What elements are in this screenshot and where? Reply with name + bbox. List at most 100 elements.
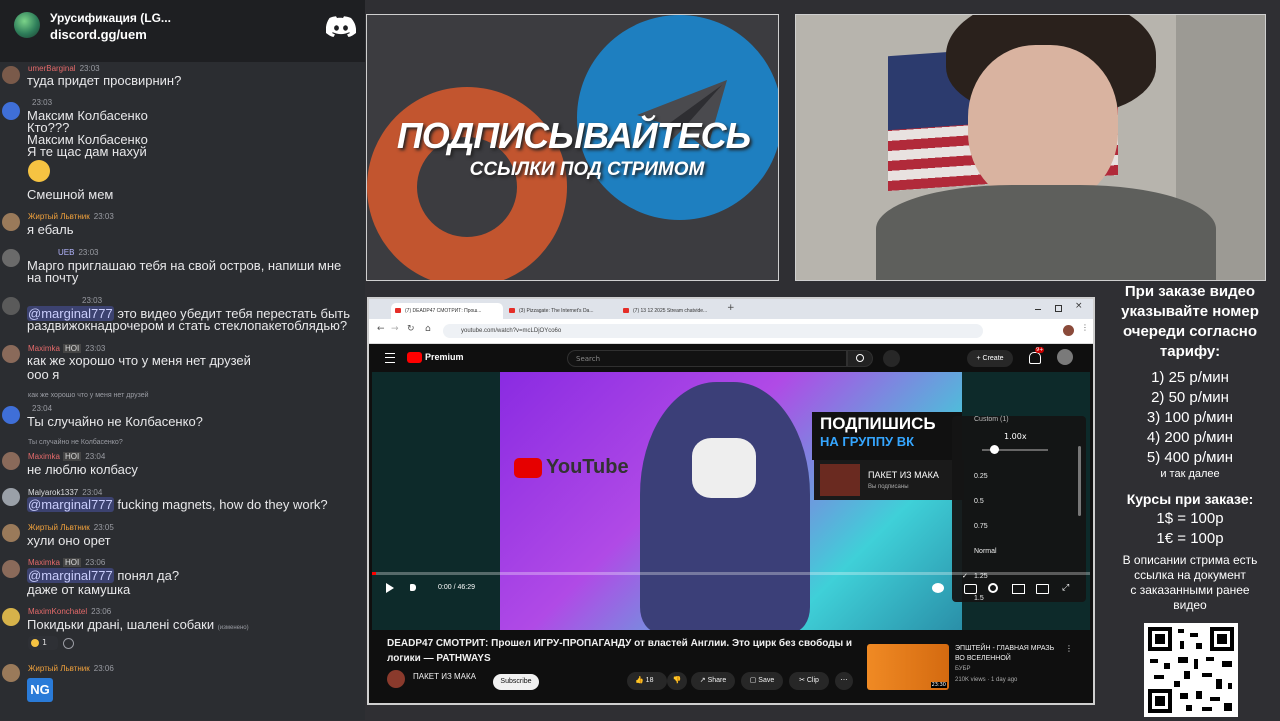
thumbs-up-icon: 👍 [635, 677, 644, 684]
menu-icon[interactable]: ⋮ [1081, 323, 1089, 332]
youtube-logo-icon[interactable] [407, 352, 422, 363]
message-author: 23:03 [32, 98, 53, 107]
server-invite: discord.gg/uem [50, 27, 147, 42]
notifications-icon[interactable] [1029, 352, 1041, 364]
forward-icon[interactable]: → [391, 324, 399, 334]
url-field[interactable]: youtube.com/watch?v=mcLDjOYco6o [443, 324, 983, 338]
subscribe-button[interactable]: Subscribe [493, 674, 539, 690]
rec-more-icon[interactable]: ⋮ [1065, 644, 1073, 653]
tab-youtube-video[interactable]: (7) DEADP47 СМОТРИТ: Прош... [391, 303, 503, 319]
minimize-icon[interactable] [1035, 309, 1041, 310]
message-text: Ты случайно не Колбасенко? [27, 414, 203, 429]
search-icon [856, 354, 864, 362]
message-author: Maximka HOI 23:03 [28, 344, 106, 353]
play-icon[interactable] [386, 583, 394, 593]
recommended-channel[interactable]: БУБР [955, 666, 971, 672]
message-text: туда придет просвирнин? [27, 73, 182, 88]
hamburger-menu-icon[interactable] [385, 353, 395, 363]
channel-name[interactable]: ПАКЕТ ИЗ МАКА [413, 672, 476, 681]
reply-preview[interactable]: как же хорошо что у меня нет друзей [28, 392, 149, 399]
channel-card-thumb [820, 464, 860, 496]
message-author: MaximKonchatel 23:06 [28, 607, 112, 616]
subtitles-icon[interactable] [964, 584, 977, 594]
new-tab-icon[interactable]: + [727, 303, 735, 313]
message-text: @marginal777 понял да? [27, 568, 180, 583]
tab-stream[interactable]: (7) 13 12 2025 Stream chatvide... [619, 303, 719, 319]
profile-icon[interactable] [1063, 325, 1074, 336]
more-actions-button[interactable]: ⋯ [835, 672, 853, 690]
banner-subtitle: ССЫЛКИ ПОД СТРИМОМ [469, 159, 705, 180]
rate-line: 1€ = 100р [1156, 530, 1224, 547]
youtube-favicon-icon [395, 308, 401, 313]
recommended-video-thumbnail[interactable]: 23:30 [867, 644, 949, 690]
server-icon [14, 12, 40, 38]
dislike-button[interactable]: 👎 [667, 672, 687, 690]
channel-card[interactable]: ПАКЕТ ИЗ МАКА Вы подписаны [814, 460, 964, 500]
user-mention[interactable]: @marginal777 [27, 568, 114, 583]
channel-avatar[interactable] [387, 670, 405, 688]
rate-line: 1$ = 100р [1156, 510, 1224, 527]
message-text: @marginal777 fucking magnets, how do the… [27, 497, 328, 512]
message-text: Покидьки драні, шалені собаки (изменено) [27, 617, 249, 632]
ng-sticker: NG [27, 678, 53, 702]
speed-option[interactable]: 0.5 [974, 498, 984, 505]
person-shirt [876, 185, 1216, 280]
browser-window: (7) DEADP47 СМОТРИТ: Прош... (3) Pizzaga… [367, 297, 1095, 705]
reload-icon[interactable]: ↻ [407, 324, 415, 334]
avatar [2, 102, 20, 120]
speed-header[interactable]: Custom (1) [974, 416, 1009, 423]
speed-option[interactable]: 0.75 [974, 523, 988, 530]
autoplay-icon[interactable] [932, 583, 944, 593]
add-reaction-icon[interactable] [63, 638, 74, 649]
youtube-favicon-icon [509, 308, 515, 313]
mic-icon[interactable] [883, 350, 900, 367]
message-author: Maximka HOI 23:06 [28, 558, 106, 567]
back-icon[interactable]: ← [377, 324, 385, 334]
close-icon[interactable]: × [1075, 301, 1083, 311]
progress-bar[interactable] [372, 572, 1090, 575]
miniplayer-icon[interactable] [1012, 584, 1025, 594]
message-text: я ебаль [27, 222, 74, 237]
clip-button[interactable]: ✂ Clip [789, 672, 829, 690]
like-button[interactable]: 👍 18 [627, 672, 667, 690]
reply-preview[interactable]: Ты случайно не Колбасенко? [28, 439, 123, 446]
speed-option[interactable]: Normal [974, 548, 997, 555]
reaction[interactable]: 1 [28, 636, 58, 650]
chat-message: как же хорошо что у меня нет друзей 23:0… [0, 390, 365, 430]
chat-message: UEB 23:03 Марго приглашаю тебя на свой ос… [0, 246, 365, 286]
create-button[interactable]: + Create [967, 350, 1013, 367]
recommended-video-title[interactable]: ЭПШТЕЙН - ГЛАВНАЯ МРАЗЬ ВО ВСЕЛЕННОЙ [955, 644, 1065, 664]
account-avatar[interactable] [1057, 349, 1073, 365]
fullscreen-icon[interactable]: ⤢ [1062, 583, 1069, 593]
avatar [2, 524, 20, 542]
youtube-premium-label: Premium [425, 352, 464, 362]
vk-subscribe-card: ПОДПИШИСЬ НА ГРУППУ ВК [812, 412, 962, 460]
speed-option[interactable]: 0.25 [974, 473, 988, 480]
info-heading-line: очереди согласно [1122, 323, 1258, 340]
tab-pizzagate[interactable]: (3) Pizzagate: The Internet's Da... [505, 303, 617, 319]
price-line: 5) 400 р/мин [1146, 449, 1234, 466]
search-button[interactable] [847, 350, 873, 367]
price-line: 3) 100 р/мин [1146, 409, 1234, 426]
discord-logo-icon [326, 16, 356, 37]
cast-icon[interactable] [1036, 584, 1049, 594]
address-bar: ← → ↻ ⌂ youtube.com/watch?v=mcLDjOYco6o … [369, 319, 1093, 344]
menu-scrollbar[interactable] [1078, 446, 1081, 516]
save-button[interactable]: ▢ Save [741, 672, 783, 690]
home-icon[interactable]: ⌂ [425, 324, 431, 334]
rates-title: Курсы при заказе: [1126, 491, 1254, 507]
user-mention[interactable]: @marginal777 [27, 497, 114, 512]
settings-gear-icon[interactable] [988, 583, 998, 593]
message-author: Malyarok1337 23:04 [28, 488, 103, 497]
message-author: 23:03 [82, 296, 103, 305]
avatar [2, 345, 20, 363]
avatar [2, 488, 20, 506]
message-author: Жиртый Львтник 23:05 [28, 523, 114, 532]
share-button[interactable]: ↗ Share [691, 672, 735, 690]
volume-icon[interactable] [410, 584, 416, 591]
maximize-icon[interactable] [1055, 305, 1062, 312]
search-input[interactable]: Search [567, 350, 847, 367]
price-line: 2) 50 р/мин [1151, 389, 1229, 406]
message-author: UEB 23:03 [58, 248, 99, 257]
speed-slider-handle[interactable] [990, 445, 999, 454]
